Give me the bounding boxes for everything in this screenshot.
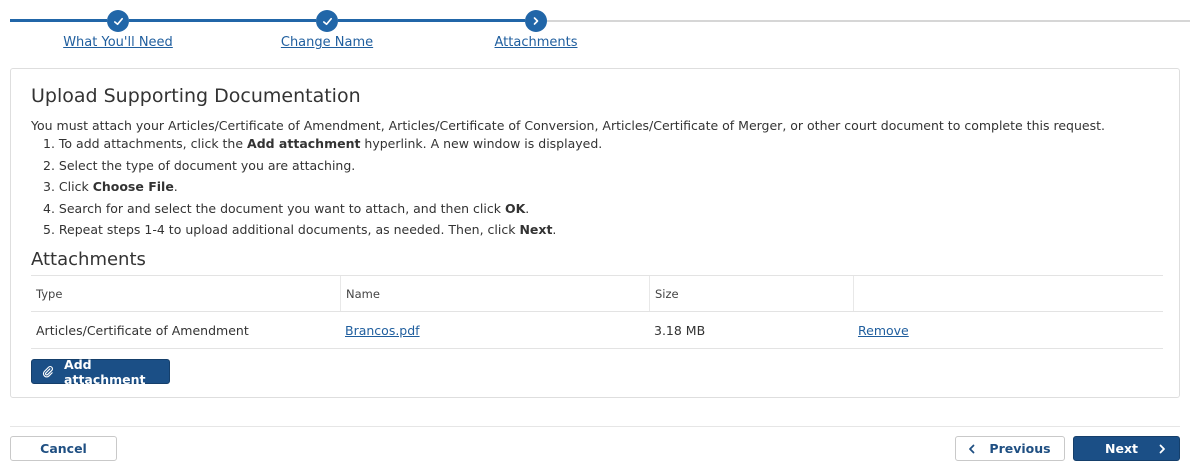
check-icon — [322, 17, 332, 25]
check-icon — [113, 17, 123, 25]
table-row: Articles/Certificate of Amendment Branco… — [31, 312, 1163, 349]
instruction-list: 1. To add attachments, click the Add att… — [31, 133, 602, 241]
step-3-indicator — [525, 10, 547, 32]
step-link-change-name[interactable]: Change Name — [281, 35, 373, 50]
step-2-indicator — [316, 10, 338, 32]
page-title: Upload Supporting Documentation — [31, 85, 361, 107]
remove-attachment-link[interactable]: Remove — [858, 323, 909, 338]
previous-button[interactable]: Previous — [955, 436, 1065, 461]
stepper-line-complete — [10, 19, 107, 22]
add-attachment-button[interactable]: Add attachment — [31, 356, 170, 387]
step-link-attachments[interactable]: Attachments — [495, 35, 578, 50]
attachment-file-link[interactable]: Brancos.pdf — [345, 323, 420, 338]
column-header-size: Size — [649, 276, 853, 311]
footer-divider — [10, 426, 1180, 427]
instruction-item: 3. Click Choose File. — [43, 179, 178, 194]
next-button[interactable]: Next — [1073, 436, 1180, 461]
column-header-type: Type — [36, 286, 63, 301]
attachment-type: Articles/Certificate of Amendment — [36, 322, 249, 338]
step-1-indicator — [107, 10, 129, 32]
column-header-name: Name — [340, 276, 649, 311]
instruction-item: 1. To add attachments, click the Add att… — [43, 136, 603, 151]
chevron-right-icon — [1159, 444, 1165, 454]
instruction-item: 2. Select the type of document you are a… — [43, 157, 356, 173]
progress-stepper: What You'll Need Change Name Attachments — [0, 0, 1200, 60]
stepper-line-complete — [129, 19, 316, 22]
page: What You'll Need Change Name Attachments… — [0, 0, 1200, 471]
table-header-row: Type Name Size — [31, 276, 1163, 312]
next-label: Next — [1105, 441, 1138, 456]
previous-label: Previous — [989, 441, 1051, 456]
add-attachment-label: Add attachment — [64, 356, 146, 387]
paperclip-icon — [42, 366, 53, 378]
chevron-right-icon — [533, 17, 539, 25]
stepper-line-complete — [338, 19, 525, 22]
attachment-action-cell: Remove — [853, 312, 1163, 348]
step-link-what-youll-need[interactable]: What You'll Need — [63, 35, 173, 50]
attachments-heading: Attachments — [31, 249, 146, 270]
intro-text: You must attach your Articles/Certificat… — [31, 118, 1105, 133]
instruction-item: 5. Repeat steps 1-4 to upload additional… — [43, 222, 557, 237]
cancel-label: Cancel — [40, 441, 87, 456]
attachments-table: Type Name Size Articles/Certificate of A… — [31, 275, 1163, 349]
attachment-size: 3.18 MB — [654, 322, 706, 338]
chevron-left-icon — [969, 444, 975, 454]
attachment-name-cell: Brancos.pdf — [340, 312, 649, 348]
cancel-button[interactable]: Cancel — [10, 436, 117, 461]
upload-card: Upload Supporting Documentation You must… — [10, 68, 1180, 398]
instruction-item: 4. Search for and select the document yo… — [43, 200, 530, 216]
column-header-actions — [853, 276, 1163, 311]
stepper-line-incomplete — [547, 20, 1190, 22]
